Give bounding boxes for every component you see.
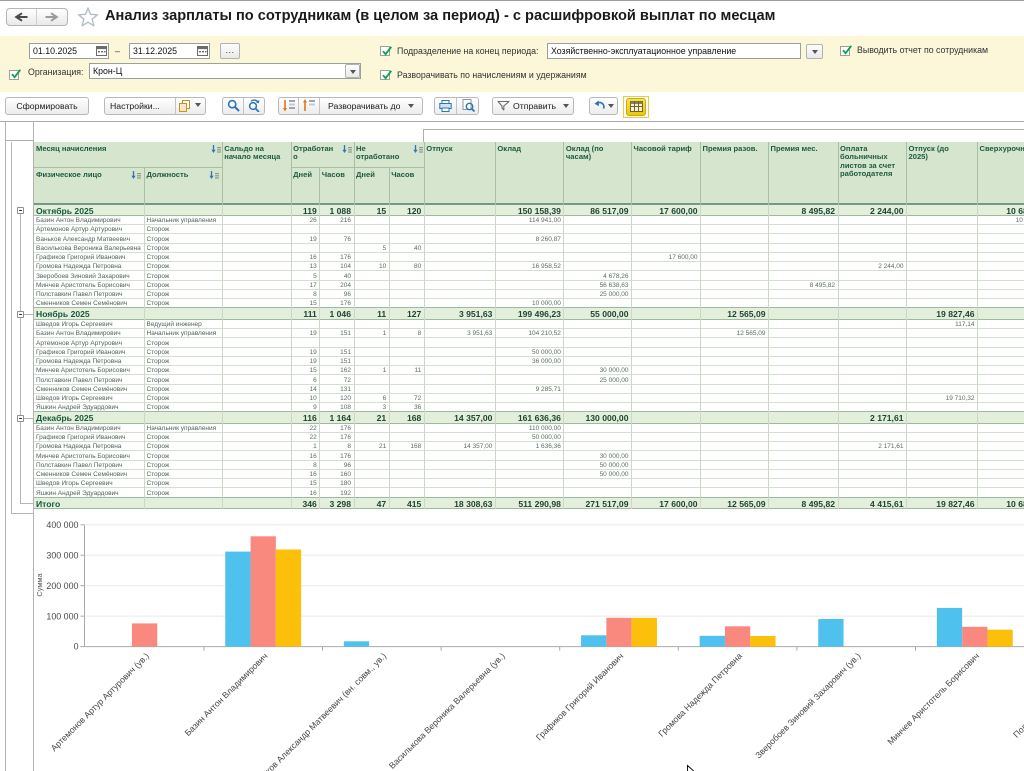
svg-text:Зверобоев Зиновий Захарович (у: Зверобоев Зиновий Захарович (ув.) <box>753 651 863 761</box>
svg-text:Сумма: Сумма <box>35 573 44 597</box>
svg-text:Ваньков Александр Матвеевич (в: Ваньков Александр Матвеевич (вн. совм., … <box>249 651 388 771</box>
svg-text:Графиков Григорий Иванович: Графиков Григорий Иванович <box>534 651 626 743</box>
svg-text:Базин Антон Владимирович: Базин Антон Владимирович <box>183 651 270 738</box>
svg-text:0: 0 <box>74 642 79 652</box>
svg-text:Минчев Аристотель Борисович: Минчев Аристотель Борисович <box>885 651 981 747</box>
svg-text:Полставкин Павел Петрович: Полставкин Павел Петрович <box>1011 651 1024 740</box>
svg-text:300 000: 300 000 <box>46 550 78 560</box>
svg-text:Артемонов Артур Артурович (ув.: Артемонов Артур Артурович (ув.) <box>49 651 151 753</box>
svg-text:100 000: 100 000 <box>46 611 78 621</box>
svg-text:400 000: 400 000 <box>46 520 78 530</box>
svg-text:Громова Надежда Петровна: Громова Надежда Петровна <box>656 651 744 739</box>
svg-text:200 000: 200 000 <box>46 581 78 591</box>
svg-text:Василькова Вероника Валерьевна: Василькова Вероника Валерьевна (ув.) <box>387 651 507 771</box>
